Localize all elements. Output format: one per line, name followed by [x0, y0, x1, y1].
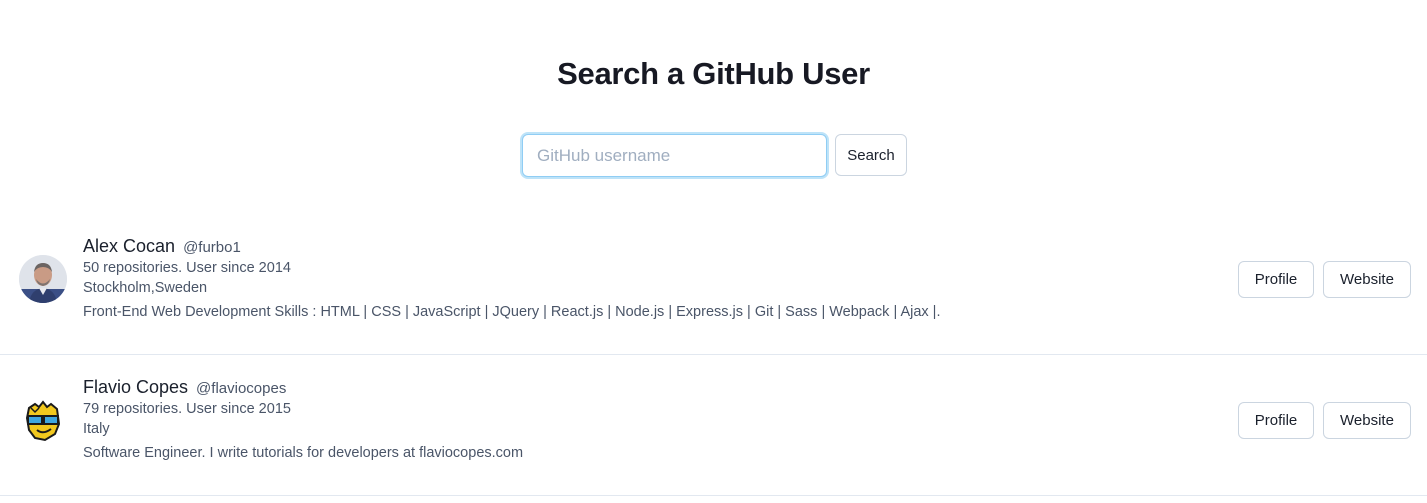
profile-button[interactable]: Profile — [1238, 402, 1314, 439]
user-handle: @furbo1 — [183, 239, 241, 256]
page: Search a GitHub User Search Alex Cocan — [0, 0, 1427, 503]
user-location: Italy — [83, 421, 110, 437]
user-info: Alex Cocan @furbo1 50 repositories. User… — [83, 236, 940, 320]
user-bio: Front-End Web Development Skills : HTML … — [83, 304, 941, 320]
website-button[interactable]: Website — [1323, 402, 1411, 439]
user-location: Stockholm,Sweden — [83, 280, 208, 296]
avatar — [19, 255, 67, 303]
user-stats: 79 repositories. User since 2015 — [83, 401, 291, 417]
user-stats: 50 repositories. User since 2014 — [83, 260, 291, 276]
search-input[interactable] — [522, 134, 827, 177]
user-actions: Profile Website — [1238, 402, 1411, 439]
user-name: Flavio Copes — [83, 377, 189, 397]
avatar-cartoon-icon — [19, 396, 67, 444]
search-form: Search — [522, 134, 907, 177]
user-info: Flavio Copes @flaviocopes 79 repositorie… — [83, 377, 523, 461]
user-bio: Software Engineer. I write tutorials for… — [83, 445, 524, 461]
list-item: Flavio Copes @flaviocopes 79 repositorie… — [0, 355, 1427, 496]
user-name: Alex Cocan — [83, 236, 176, 256]
list-item: Alex Cocan @furbo1 50 repositories. User… — [0, 214, 1427, 355]
results-list: Alex Cocan @furbo1 50 repositories. User… — [0, 214, 1427, 496]
avatar-photo-icon — [19, 255, 67, 303]
profile-button[interactable]: Profile — [1238, 261, 1314, 298]
search-button[interactable]: Search — [835, 134, 907, 176]
avatar — [19, 396, 67, 444]
website-button[interactable]: Website — [1323, 261, 1411, 298]
page-title: Search a GitHub User — [557, 56, 870, 91]
user-handle: @flaviocopes — [196, 380, 287, 397]
user-actions: Profile Website — [1238, 261, 1411, 298]
